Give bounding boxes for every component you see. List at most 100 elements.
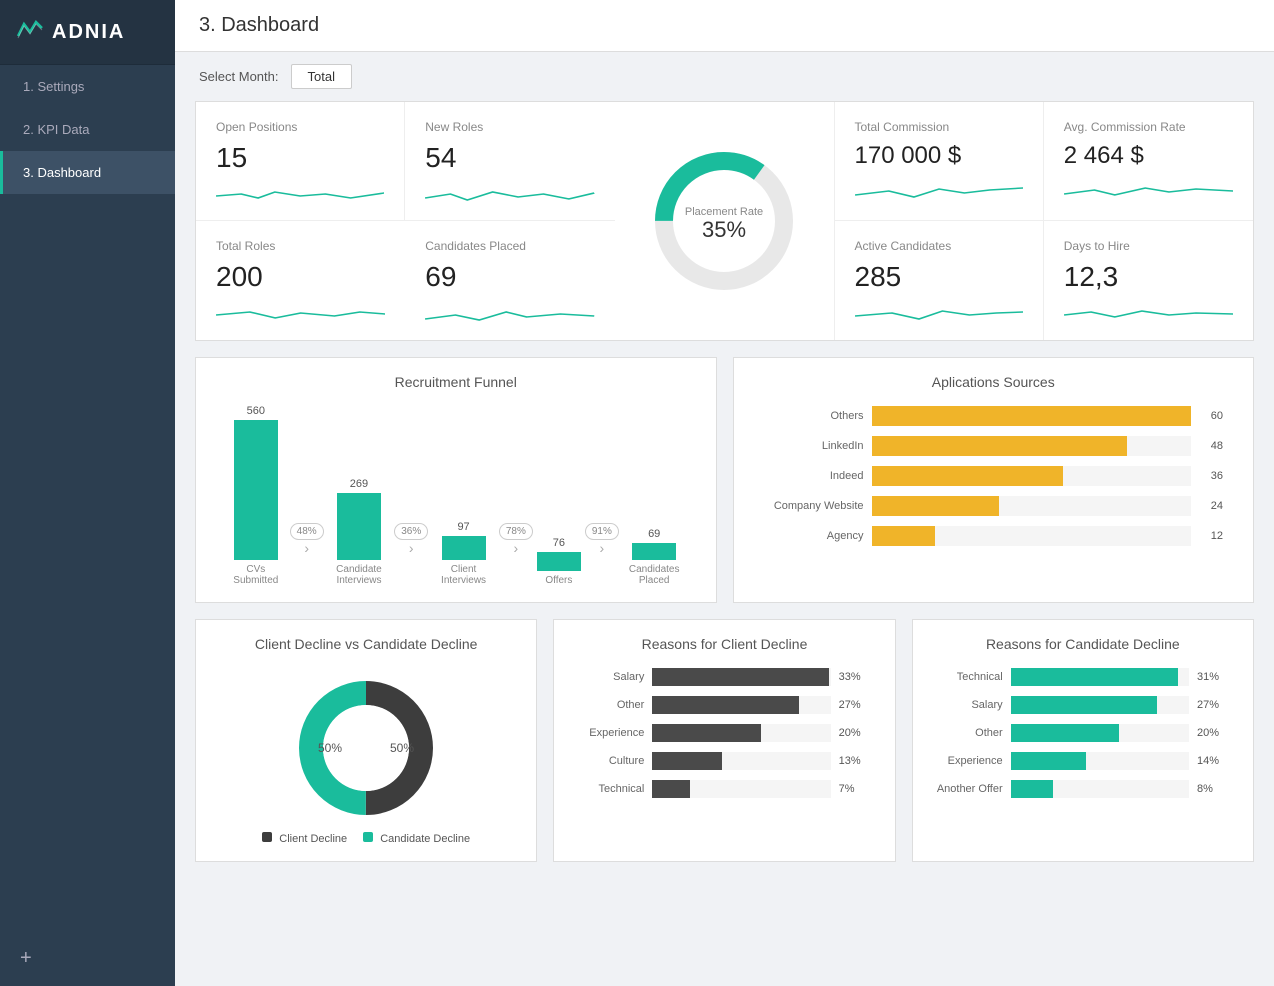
client-decline-label-culture: Culture <box>574 755 644 767</box>
kpi-days-to-hire-value: 12,3 <box>1064 261 1233 293</box>
cand-decline-val-offer: 8% <box>1197 783 1233 795</box>
kpi-days-to-hire-label: Days to Hire <box>1064 239 1233 253</box>
funnel-label-4: Candidates Placed <box>623 564 686 586</box>
cand-decline-fill-offer <box>1011 780 1054 798</box>
funnel-bar-0 <box>234 420 278 560</box>
hbar-val-linkedin: 48 <box>1199 440 1223 452</box>
sidebar-item-kpi[interactable]: 2. KPI Data <box>0 108 175 151</box>
funnel-pct-1: 48% <box>290 523 324 540</box>
funnel-label-1: Candidate Interviews <box>328 564 391 586</box>
kpi-avg-commission-value: 2 464 $ <box>1064 142 1233 170</box>
hbar-fill-indeed <box>872 466 1064 486</box>
client-decline-label-salary: Salary <box>574 671 644 683</box>
adnia-logo-text: ADNIA <box>52 21 125 44</box>
cand-decline-row-salary: Salary 27% <box>933 696 1233 714</box>
funnel-val-4: 69 <box>648 528 660 540</box>
hbar-val-indeed: 36 <box>1199 470 1223 482</box>
hbar-track-others <box>872 406 1192 426</box>
month-select-button[interactable]: Total <box>291 64 352 89</box>
client-decline-label-exp: Experience <box>574 727 644 739</box>
kpi-open-positions-sparkline <box>216 184 384 208</box>
client-decline-track-exp <box>652 724 830 742</box>
legend-client-decline: Client Decline <box>262 832 347 845</box>
cand-decline-row-tech: Technical 31% <box>933 668 1233 686</box>
funnel-val-1: 269 <box>350 478 368 490</box>
cand-decline-fill-other <box>1011 724 1120 742</box>
page-title: 3. Dashboard <box>199 14 319 37</box>
client-decline-fill-salary <box>652 668 829 686</box>
app-sources-title: Aplications Sources <box>754 374 1234 390</box>
svg-text:50%: 50% <box>390 741 414 755</box>
application-sources-chart: Aplications Sources Others 60 LinkedIn <box>733 357 1255 603</box>
funnel-arrow-3: › <box>514 540 519 556</box>
cand-decline-val-other: 20% <box>1197 727 1233 739</box>
funnel-val-2: 97 <box>457 521 469 533</box>
hbar-row-agency: Agency 12 <box>764 526 1224 546</box>
client-vs-candidate-donut-container: 50% 50% Client Decline Candidate Decline <box>216 668 516 845</box>
kpi-candidates-placed-label: Candidates Placed <box>425 239 594 253</box>
kpi-grid: Open Positions 15 New Roles 54 <box>195 101 1254 341</box>
candidate-decline-title: Reasons for Candidate Decline <box>933 636 1233 652</box>
funnel-arrow-1: › <box>304 540 309 556</box>
kpi-total-commission: Total Commission 170 000 $ <box>835 102 1044 221</box>
kpi-total-roles-sparkline <box>216 303 385 327</box>
client-decline-fill-exp <box>652 724 761 742</box>
hbar-row-company: Company Website 24 <box>764 496 1224 516</box>
cand-decline-label-exp: Experience <box>933 755 1003 767</box>
cand-decline-fill-salary <box>1011 696 1157 714</box>
kpi-total-roles: Total Roles 200 <box>196 221 405 340</box>
donut-legend: Client Decline Candidate Decline <box>262 832 470 845</box>
funnel-arrow-4: › <box>600 540 605 556</box>
kpi-days-to-hire: Days to Hire 12,3 <box>1044 221 1253 340</box>
kpi-open-positions: Open Positions 15 <box>196 102 405 221</box>
funnel-bar-4 <box>632 543 676 560</box>
client-decline-val-salary: 33% <box>839 671 875 683</box>
cand-decline-val-salary: 27% <box>1197 699 1233 711</box>
sidebar-item-dashboard[interactable]: 3. Dashboard <box>0 151 175 194</box>
client-vs-candidate-donut-svg: 50% 50% <box>286 668 446 828</box>
hbar-fill-linkedin <box>872 436 1128 456</box>
hbar-label-others: Others <box>764 410 864 422</box>
cand-decline-row-other: Other 20% <box>933 724 1233 742</box>
cand-decline-track-salary <box>1011 696 1189 714</box>
cand-decline-label-other: Other <box>933 727 1003 739</box>
kpi-total-commission-value: 170 000 $ <box>855 142 1023 170</box>
funnel-bar-3 <box>537 552 581 571</box>
kpi-candidates-placed-value: 69 <box>425 261 594 293</box>
hbar-track-company <box>872 496 1192 516</box>
kpi-total-commission-sparkline <box>855 180 1023 204</box>
funnel-pct-4: 91% <box>585 523 619 540</box>
sidebar-add-button[interactable]: + <box>0 931 175 986</box>
client-decline-row-exp: Experience 20% <box>574 724 874 742</box>
kpi-avg-commission-sparkline <box>1064 180 1233 204</box>
hbar-label-linkedin: LinkedIn <box>764 440 864 452</box>
recruitment-funnel-chart: Recruitment Funnel 560 CVs Submitted 48%… <box>195 357 717 603</box>
candidate-decline-reasons: Reasons for Candidate Decline Technical … <box>912 619 1254 862</box>
legend-label-candidate: Candidate Decline <box>380 833 470 845</box>
sidebar-logo: ADNIA <box>0 0 175 65</box>
client-decline-fill-culture <box>652 752 722 770</box>
charts-row: Recruitment Funnel 560 CVs Submitted 48%… <box>195 357 1254 603</box>
hbar-row-linkedin: LinkedIn 48 <box>764 436 1224 456</box>
funnel-label-3: Offers <box>545 575 572 586</box>
cand-decline-fill-tech <box>1011 668 1179 686</box>
sidebar: ADNIA 1. Settings 2. KPI Data 3. Dashboa… <box>0 0 175 986</box>
cand-decline-track-offer <box>1011 780 1189 798</box>
kpi-new-roles-label: New Roles <box>425 120 594 134</box>
funnel-bar-2 <box>442 536 486 560</box>
legend-dot-candidate <box>363 832 373 842</box>
funnel-label-0: CVs Submitted <box>226 564 286 586</box>
client-decline-val-exp: 20% <box>839 727 875 739</box>
kpi-placement-rate-donut: Placement Rate 35% <box>615 102 835 340</box>
hbar-val-agency: 12 <box>1199 530 1223 542</box>
cand-decline-val-exp: 14% <box>1197 755 1233 767</box>
dashboard: Open Positions 15 New Roles 54 <box>175 101 1274 986</box>
main-content: 3. Dashboard Select Month: Total Open Po… <box>175 0 1274 986</box>
funnel-arrow-2: › <box>409 540 414 556</box>
hbar-val-company: 24 <box>1199 500 1223 512</box>
client-decline-reasons: Reasons for Client Decline Salary 33% Ot… <box>553 619 895 862</box>
hbar-row-others: Others 60 <box>764 406 1224 426</box>
client-vs-candidate-decline: Client Decline vs Candidate Decline 50% … <box>195 619 537 862</box>
sidebar-item-settings[interactable]: 1. Settings <box>0 65 175 108</box>
svg-text:35%: 35% <box>702 217 746 242</box>
